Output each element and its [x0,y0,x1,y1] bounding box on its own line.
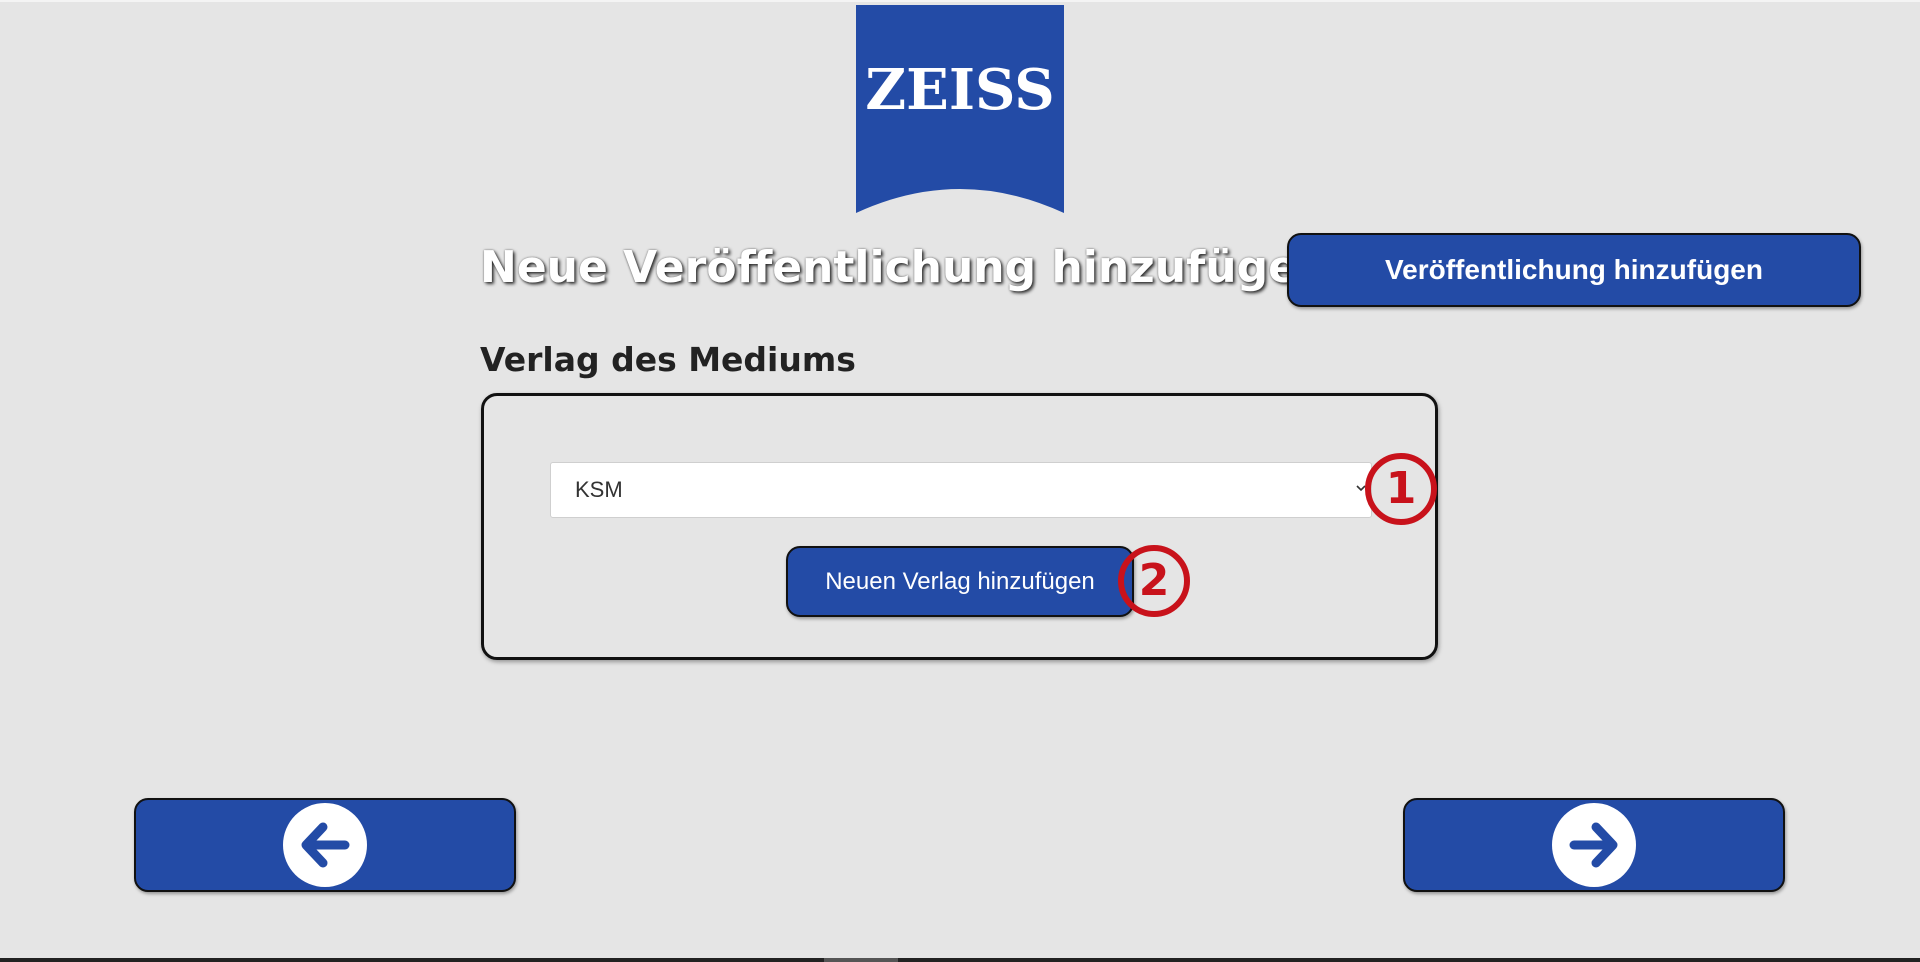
annotation-marker-2-label: 2 [1138,555,1170,606]
arrow-right-icon [1569,822,1618,868]
add-publisher-button[interactable]: Neuen Verlag hinzufügen [786,546,1134,617]
annotation-marker-2: 2 [1118,545,1190,617]
arrow-left-icon [301,822,350,868]
add-publication-button[interactable]: Veröffentlichung hinzufügen [1287,233,1861,307]
publisher-select-value: KSM [575,477,623,502]
page-top-border [0,0,1920,2]
publisher-select[interactable]: KSM [550,462,1372,518]
zeiss-logo-graphic: ZEISS [856,5,1064,213]
back-circle [283,803,367,887]
logo-text: ZEISS [865,57,1054,123]
publisher-section-label: Verlag des Mediums [480,340,856,379]
publisher-panel [481,393,1438,660]
taskbar [0,958,1920,962]
taskbar-active-item[interactable] [824,958,898,962]
annotation-marker-1: 1 [1365,453,1437,525]
next-button[interactable] [1403,798,1785,892]
next-circle [1552,803,1636,887]
annotation-marker-1-label: 1 [1385,463,1417,514]
zeiss-logo: ZEISS [856,5,1064,213]
page-title: Neue Veröffentlichung hinzufügen [480,242,1330,293]
back-button[interactable] [134,798,516,892]
